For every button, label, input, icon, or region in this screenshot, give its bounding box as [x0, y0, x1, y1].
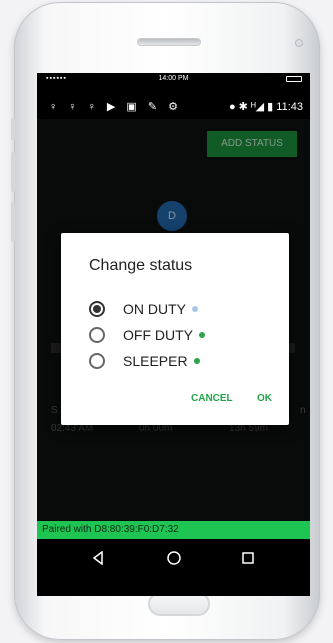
power-button [11, 202, 15, 242]
volume-button [11, 118, 15, 140]
radio-off-duty[interactable] [89, 327, 105, 343]
option-label: SLEEPER [123, 353, 188, 369]
back-icon[interactable] [89, 549, 107, 567]
radio-on-duty[interactable] [89, 301, 105, 317]
notification-icons: ♀ ♀ ♀ ▶ ▣ ✎ ⚙ [49, 101, 183, 113]
cancel-button[interactable]: CANCEL [191, 393, 233, 404]
recents-icon[interactable] [239, 549, 257, 567]
status-dot-icon [193, 358, 200, 364]
earpiece-speaker [138, 39, 200, 45]
system-bar: ▪▪▪▪▪▪ 14:00 PM [37, 73, 310, 85]
screen: ▪▪▪▪▪▪ 14:00 PM ♀ ♀ ♀ ▶ ▣ ✎ ⚙ ● ✱ ᴴ◢ ▮ 1… [37, 73, 310, 596]
ok-button[interactable]: OK [257, 393, 272, 404]
navigation-bar [37, 539, 310, 577]
android-status-bar: ♀ ♀ ♀ ▶ ▣ ✎ ⚙ ● ✱ ᴴ◢ ▮ 11:43 [37, 95, 310, 119]
option-sleeper[interactable]: SLEEPER [89, 353, 200, 369]
home-icon[interactable] [165, 549, 183, 567]
option-on-duty[interactable]: ON DUTY [89, 301, 198, 317]
option-off-duty[interactable]: OFF DUTY [89, 327, 205, 343]
system-time: 14:00 PM [158, 75, 189, 82]
option-label: OFF DUTY [123, 327, 193, 343]
app-content: ADD STATUS D S 02:43 AM 0h 00m 13h 59m n… [37, 119, 310, 521]
dialog-title: Change status [89, 257, 193, 274]
change-status-dialog: Change status ON DUTY OFF DUTY SLEEPER C… [61, 233, 289, 425]
status-right: ● ✱ ᴴ◢ ▮ 11:43 [228, 101, 303, 113]
volume-button [11, 152, 15, 192]
status-dot-icon [192, 306, 198, 312]
radio-sleeper[interactable] [89, 353, 105, 369]
option-label: ON DUTY [123, 301, 186, 317]
front-camera [295, 39, 303, 47]
status-dot-icon [199, 332, 205, 338]
paired-banner: Paired with D8:80:39:F0:D7:32 [37, 521, 310, 539]
battery-icon [286, 76, 302, 82]
